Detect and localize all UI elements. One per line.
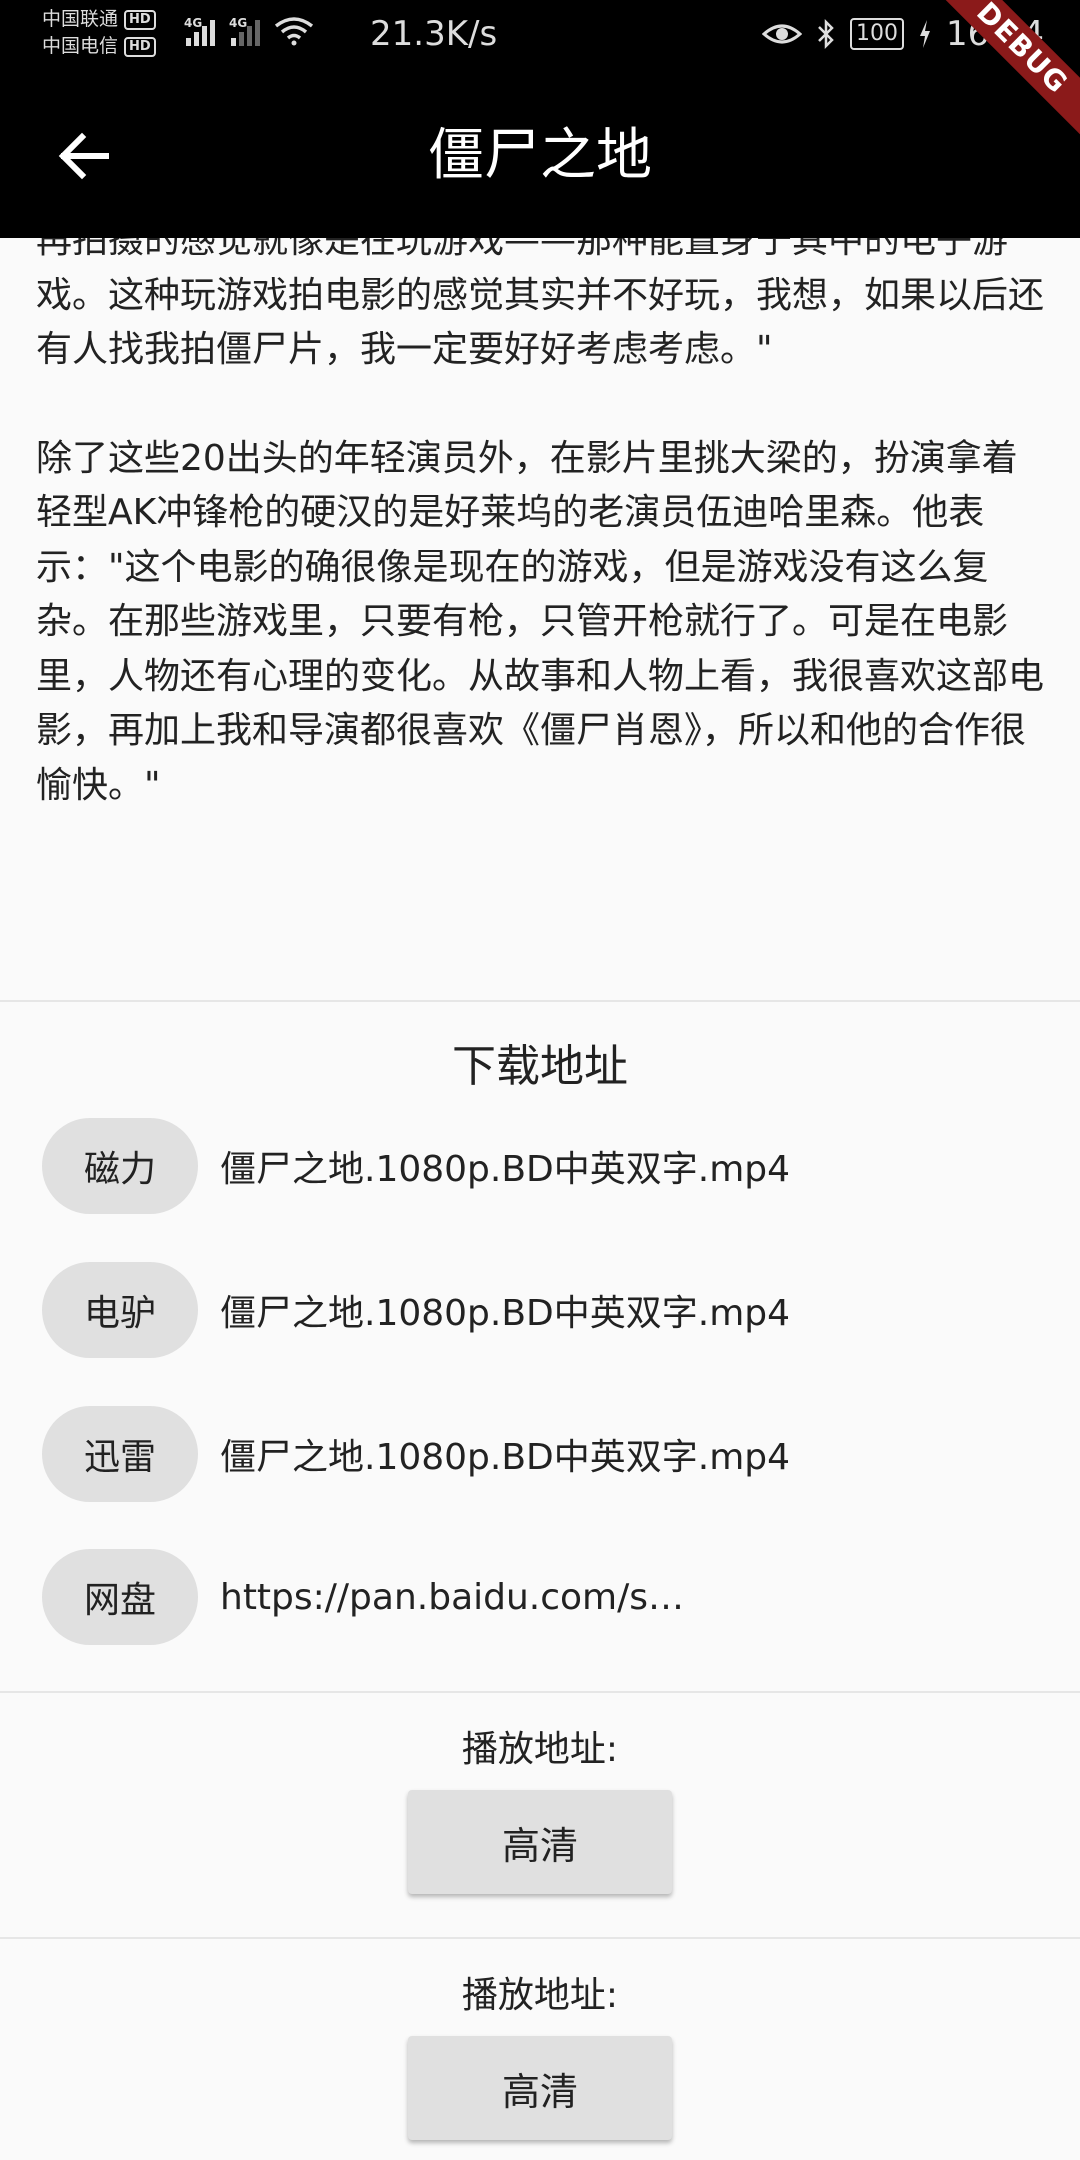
download-link[interactable]: 僵尸之地.1080p.BD中英双字.mp4 [220,1284,790,1336]
signal-indicators: 4G 4G [184,16,314,46]
hd-play-button[interactable]: 高清 [408,1790,672,1894]
hd-badge: HD [124,9,156,30]
section-divider [0,1000,1080,1002]
battery-level: 100 [856,21,899,46]
download-type-chip[interactable]: 磁力 [42,1118,198,1214]
download-link[interactable]: https://pan.baidu.com/s… [220,1577,684,1618]
article-paragraph: 除了这些20出头的年轻演员外，在影片里挑大梁的，扮演拿着轻型AK冲锋枪的硬汉的是… [36,437,1045,806]
article-paragraph: 再拍摄的感觉就像是在玩游戏——那种能置身于其中的电子游戏。这种玩游戏拍电影的感觉… [36,220,1045,370]
section-divider [0,1691,1080,1693]
network-speed: 21.3K/s [370,14,498,54]
download-type-chip[interactable]: 网盘 [42,1549,198,1645]
wifi-icon [274,17,314,46]
download-row[interactable]: 迅雷 僵尸之地.1080p.BD中英双字.mp4 [42,1406,1042,1502]
download-link[interactable]: 僵尸之地.1080p.BD中英双字.mp4 [220,1428,790,1480]
carrier-info: 中国联通 HD 中国电信 HD [42,6,156,60]
signal-strength-icon: 4G [184,16,215,46]
carrier-name: 中国电信 [42,35,119,57]
play-address-label: 播放地址: [461,1729,619,1770]
charging-icon [920,20,931,48]
battery-icon: 100 [850,18,905,50]
download-link[interactable]: 僵尸之地.1080p.BD中英双字.mp4 [220,1140,790,1192]
download-row[interactable]: 磁力 僵尸之地.1080p.BD中英双字.mp4 [42,1118,1042,1214]
eye-icon [762,24,803,44]
download-row[interactable]: 电驴 僵尸之地.1080p.BD中英双字.mp4 [42,1262,1042,1358]
download-type-chip[interactable]: 迅雷 [42,1406,198,1502]
carrier-name: 中国联通 [42,8,119,30]
network-type-label: 4G [184,16,203,30]
status-bar: 中国联通 HD 中国电信 HD 4G 4G 21.3K/s 100 [0,0,1080,76]
article-body: 再拍摄的感觉就像是在玩游戏——那种能置身于其中的电子游戏。这种玩游戏拍电影的感觉… [36,214,1046,813]
hd-badge: HD [124,36,156,57]
network-type-label: 4G [229,16,248,30]
page-title: 僵尸之地 [428,123,652,188]
signal-strength-icon: 4G [229,16,260,46]
section-divider [0,1937,1080,1939]
download-row[interactable]: 网盘 https://pan.baidu.com/s… [42,1549,1042,1645]
download-type-chip[interactable]: 电驴 [42,1262,198,1358]
download-section-title: 下载地址 [452,1041,628,1092]
app-bar: 中国联通 HD 中国电信 HD 4G 4G 21.3K/s 100 僵尸之地 [0,0,1080,238]
hd-play-button[interactable]: 高清 [408,2036,672,2140]
bluetooth-icon [818,18,834,50]
play-address-label: 播放地址: [461,1975,619,2016]
